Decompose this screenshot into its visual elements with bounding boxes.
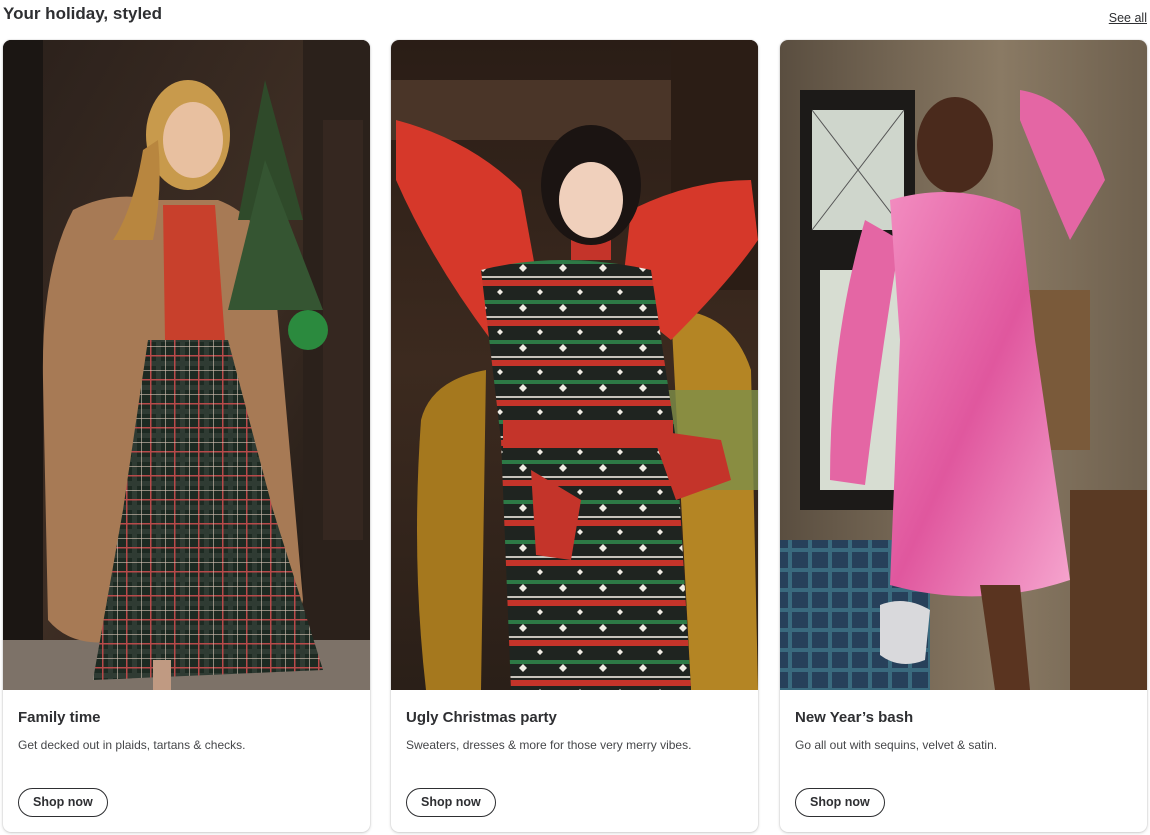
see-all-link[interactable]: See all: [1109, 11, 1147, 25]
shop-now-button[interactable]: Shop now: [18, 788, 108, 817]
card-image-ugly-christmas-party[interactable]: [391, 40, 758, 690]
shop-now-button[interactable]: Shop now: [795, 788, 885, 817]
card-new-years-bash[interactable]: New Year’s bash Go all out with sequins,…: [780, 40, 1147, 832]
card-family-time[interactable]: Family time Get decked out in plaids, ta…: [3, 40, 370, 832]
new-years-bash-photo: [780, 40, 1147, 690]
card-description: Sweaters, dresses & more for those very …: [406, 738, 692, 752]
card-ugly-christmas-party[interactable]: Ugly Christmas party Sweaters, dresses &…: [391, 40, 758, 832]
card-image-family-time[interactable]: [3, 40, 370, 690]
card-description: Go all out with sequins, velvet & satin.: [795, 738, 998, 752]
shop-now-button[interactable]: Shop now: [406, 788, 496, 817]
card-title: Ugly Christmas party: [406, 709, 557, 726]
card-image-new-years-bash[interactable]: [780, 40, 1147, 690]
card-title: Family time: [18, 709, 101, 726]
family-time-photo: [3, 40, 370, 690]
card-title: New Year’s bash: [795, 709, 914, 726]
section-header: Your holiday, styled See all: [3, 0, 1147, 30]
section-title: Your holiday, styled: [3, 4, 163, 23]
ugly-christmas-party-photo: [391, 40, 758, 690]
card-description: Get decked out in plaids, tartans & chec…: [18, 738, 246, 752]
